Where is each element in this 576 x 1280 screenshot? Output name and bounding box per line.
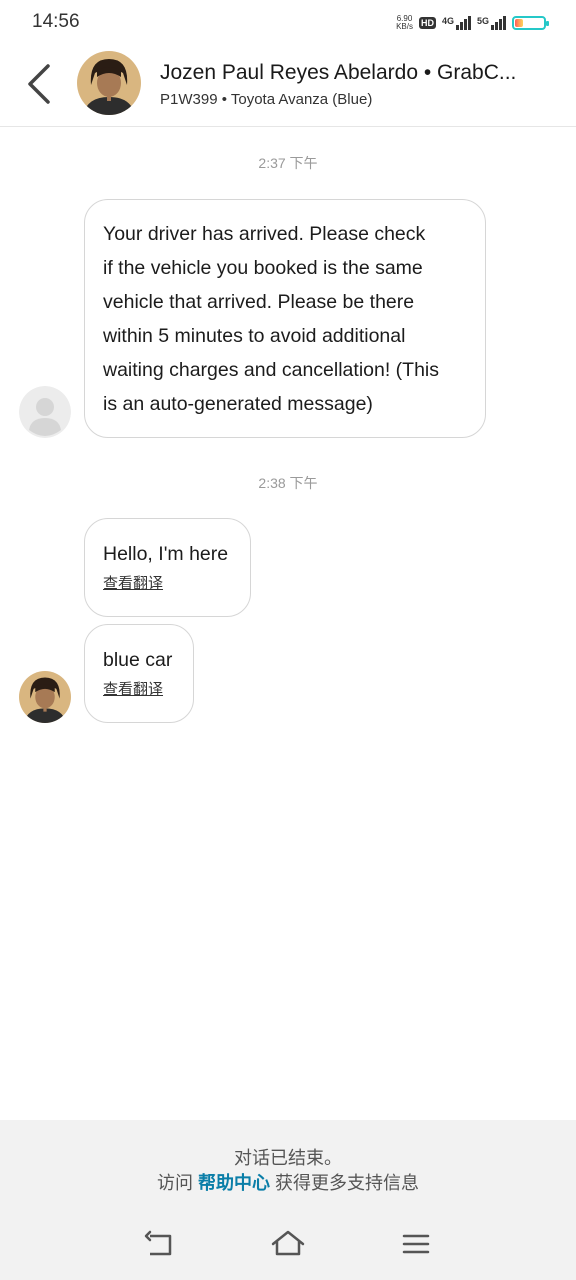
message-bubble[interactable]: Your driver has arrived. Please check if… [84,199,486,438]
driver-avatar[interactable] [77,51,141,115]
nav-menu-button[interactable] [396,1226,436,1262]
message-line: if the vehicle you booked is the same [103,257,423,279]
message-line: waiting charges and cancellation! (This [103,359,440,381]
chat-footer: 对话已结束。 访问 帮助中心 获得更多支持信息 [0,1120,576,1280]
return-icon [144,1230,172,1256]
message-text: Hello, I'm here [103,543,229,565]
help-center-link[interactable]: 帮助中心 [198,1173,270,1193]
help-prefix: 访问 [156,1173,193,1193]
status-bar: 14:56 6.90 KB/s HD 4G 5G [0,0,576,44]
conversation-ended-text: 对话已结束。 [234,1148,342,1168]
chat-header: Jozen Paul Reyes Abelardo • GrabC... P1W… [0,44,576,127]
network-speed: 6.90 KB/s [396,15,413,31]
message-line: is an auto-generated message) [103,393,373,415]
vehicle-info: P1W399 • Toyota Avanza (Blue) [160,91,373,108]
menu-icon [402,1234,430,1254]
default-avatar-icon [19,386,71,438]
message-bubble[interactable]: blue car 查看翻译 [84,624,194,723]
message-text: blue car [103,649,173,671]
battery-icon [512,16,549,30]
hd-icon: HD [418,17,436,29]
translate-link[interactable]: 查看翻译 [103,678,175,699]
signal-icon-4g: 4G [442,16,471,30]
signal-icon-5g: 5G [477,16,506,30]
driver-name: Jozen Paul Reyes Abelardo • GrabC... [160,61,517,84]
message-line: Your driver has arrived. Please check [103,223,426,245]
nav-back-button[interactable] [140,1226,180,1262]
status-icons: 6.90 KB/s HD 4G 5G [396,13,549,33]
driver-avatar-small[interactable] [19,671,71,723]
system-avatar [19,386,71,438]
chevron-left-icon [28,64,50,104]
system-nav-bar [0,1220,576,1270]
nav-home-button[interactable] [268,1226,308,1262]
driver-photo [77,51,141,115]
status-time: 14:56 [32,11,80,32]
translate-link[interactable]: 查看翻译 [103,572,232,593]
driver-photo [19,671,71,723]
network-speed-unit: KB/s [396,22,413,31]
signal-label-5g: 5G [476,16,489,26]
help-center-line: 访问 帮助中心 获得更多支持信息 [0,1169,576,1195]
home-icon [271,1230,305,1256]
message-text: Your driver has arrived. Please check if… [103,217,467,421]
message-timestamp: 2:38 下午 [258,475,318,491]
message-line: within 5 minutes to avoid additional [103,325,406,347]
message-bubble[interactable]: Hello, I'm here 查看翻译 [84,518,251,617]
back-button[interactable] [18,58,62,110]
help-suffix: 获得更多支持信息 [275,1173,420,1193]
message-timestamp: 2:37 下午 [258,155,318,171]
message-line: vehicle that arrived. Please be there [103,291,415,313]
battery-level [515,19,523,27]
signal-label-4g: 4G [441,16,454,26]
